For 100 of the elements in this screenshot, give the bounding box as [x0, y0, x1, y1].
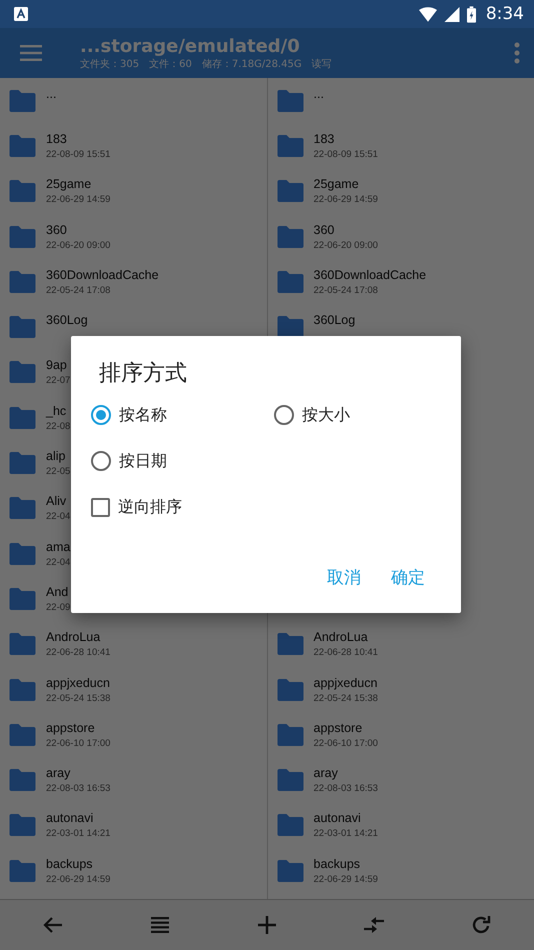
folder-name[interactable]: backups [314, 856, 378, 873]
radio-button[interactable] [91, 405, 111, 425]
folder-date: 22-03-01 14:21 [46, 827, 110, 840]
folder-date: 22-05-24 17:08 [314, 284, 379, 297]
dialog-title: 排序方式 [99, 360, 187, 388]
folder-date: 22-06-28 10:41 [46, 646, 110, 660]
storage-stat: 文件夹：305 [80, 58, 140, 70]
folder-name[interactable]: _hc [46, 402, 70, 420]
folder-icon [9, 90, 36, 112]
folder-date: 22-05-24 15:38 [314, 692, 378, 705]
folder-date: 22-06-29 14:59 [314, 193, 378, 206]
folder-date: 22-08 [46, 420, 70, 433]
radio-button[interactable] [91, 451, 111, 471]
folder-icon [9, 361, 36, 384]
folder-name[interactable]: appstore [46, 720, 110, 737]
radio-button[interactable] [274, 405, 294, 425]
folder-name[interactable]: appstore [314, 720, 378, 737]
folder-icon [9, 406, 36, 429]
option-label: 按大小 [302, 404, 350, 426]
folder-name[interactable]: 360DownloadCache [46, 266, 159, 284]
folder-date: 22-06-29 14:59 [314, 872, 378, 886]
folder-icon [276, 180, 304, 202]
folder-icon [9, 769, 36, 792]
wifi-icon [418, 6, 437, 22]
folder-icon [9, 497, 36, 520]
folder-icon [276, 769, 304, 792]
folder-date: 22-05-24 15:38 [46, 692, 110, 704]
storage-stat: 读写 [312, 58, 332, 70]
folder-date: 22-04 [46, 510, 70, 524]
folder-name[interactable]: AndroLua [46, 629, 110, 646]
folder-icon [9, 134, 36, 157]
folder-date: 22-06-20 09:00 [46, 238, 110, 252]
folder-icon [9, 724, 36, 746]
folder-date: 22-06-10 17:00 [314, 736, 378, 750]
folder-name[interactable]: appjxeducn [46, 674, 110, 692]
folder-date: 22-08-09 15:51 [46, 148, 110, 161]
folder-name[interactable]: 183 [46, 130, 110, 148]
folder-icon [9, 226, 36, 248]
folder-date: 22-08-09 15:51 [314, 148, 378, 161]
folder-date: 22-06-29 14:59 [46, 193, 110, 206]
checkbox[interactable] [91, 498, 110, 516]
option-label: 按名称 [119, 404, 167, 426]
folder-icon [276, 270, 304, 293]
option-label: 逆向排序 [118, 496, 182, 518]
folder-name[interactable]: ama [46, 538, 70, 556]
folder-icon [276, 134, 304, 157]
clock-time: 8:34 [486, 4, 524, 24]
folder-name[interactable]: 360 [314, 222, 378, 239]
folder-date: 22-07 [46, 374, 70, 388]
folder-name[interactable]: 25game [314, 176, 378, 194]
folder-name[interactable]: ... [314, 86, 324, 103]
folder-icon [9, 180, 36, 202]
folder-icon [9, 270, 36, 293]
folder-icon [9, 860, 36, 882]
folder-icon [276, 724, 304, 746]
folder-date: 22-06-20 09:00 [314, 238, 378, 252]
folder-name[interactable]: AndroLua [314, 629, 378, 646]
folder-name[interactable]: aray [314, 765, 378, 782]
storage-stat: 储存：7.18G/28.45G [202, 58, 302, 70]
folder-name[interactable]: 360DownloadCache [314, 266, 426, 284]
folder-icon [9, 814, 36, 836]
signal-icon [442, 6, 461, 22]
folder-name[interactable]: 360 [46, 222, 110, 239]
folder-date: 22-03-01 14:21 [314, 827, 378, 840]
folder-icon [276, 90, 304, 112]
folder-name[interactable]: appjxeducn [314, 674, 378, 692]
menu-icon[interactable] [20, 45, 42, 61]
folder-name[interactable]: 9ap [46, 357, 70, 374]
folder-name[interactable]: 183 [314, 130, 378, 148]
folder-icon [276, 316, 304, 338]
confirm-button[interactable]: 确定 [383, 560, 433, 595]
folder-name[interactable]: 25game [46, 176, 110, 194]
folder-icon [9, 678, 36, 700]
folder-icon [276, 814, 304, 836]
more-icon[interactable] [514, 42, 520, 64]
folder-name[interactable]: And [46, 584, 70, 601]
option-label: 按日期 [119, 450, 167, 472]
folder-name[interactable]: autonavi [46, 810, 110, 828]
folder-date: 22-08-03 16:53 [46, 782, 110, 796]
folder-name[interactable]: backups [46, 856, 110, 873]
folder-icon [276, 633, 304, 656]
folder-name[interactable]: autonavi [314, 810, 378, 828]
folder-name[interactable]: aray [46, 765, 110, 782]
folder-date: 22-05 [46, 465, 70, 478]
folder-icon [9, 542, 36, 565]
storage-stat: 文件：60 [149, 58, 192, 70]
folder-name[interactable]: Aliv [46, 493, 70, 510]
folder-icon [276, 226, 304, 248]
notification-icon [14, 7, 28, 21]
cancel-button[interactable]: 取消 [319, 560, 369, 595]
folder-icon [9, 588, 36, 610]
folder-name[interactable]: 360Log [314, 312, 356, 330]
folder-date: 22-06-28 10:41 [314, 646, 378, 660]
folder-date: 22-06-29 14:59 [46, 872, 110, 886]
folder-name[interactable]: 360Log [46, 312, 88, 330]
path-title: ...storage/emulated/0 [80, 36, 301, 58]
folder-icon [276, 860, 304, 882]
folder-name[interactable]: ... [46, 86, 56, 103]
folder-name[interactable]: alip [46, 448, 70, 466]
battery-icon [466, 6, 476, 22]
